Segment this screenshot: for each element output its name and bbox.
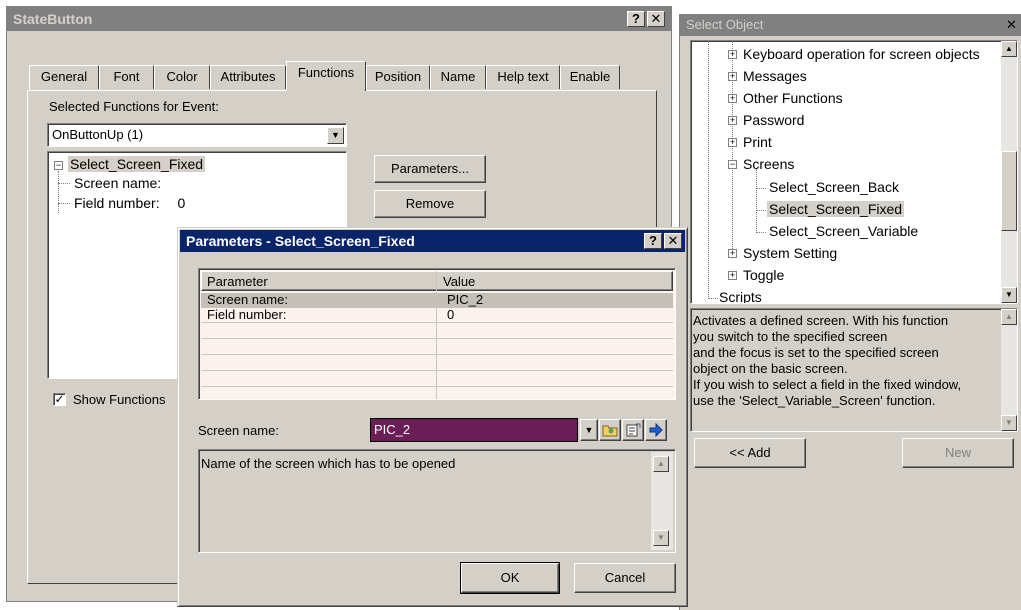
expand-icon[interactable]: + [728,271,737,280]
table-row[interactable] [201,372,673,387]
table-row[interactable] [201,340,673,355]
tab-position[interactable]: Position [366,65,430,89]
tree-item-password[interactable]: Password [743,111,804,129]
window-title: Select Object [686,17,764,32]
expand-icon[interactable]: + [728,116,737,125]
tree-item-select-screen-fixed[interactable]: Select_Screen_Fixed [767,200,905,218]
description-line: If you wish to select a field in the fix… [693,377,962,392]
description-line: Activates a defined screen. With his fun… [693,313,949,328]
tree-item-screens[interactable]: Screens [743,155,794,173]
help-scrollbar[interactable]: ▲ ▼ [651,452,673,550]
table-row[interactable] [201,356,673,371]
description-line: object on the basic screen. [693,361,848,376]
tree-scrollbar[interactable]: ▲ ▼ [1001,41,1017,303]
tree-item-scripts[interactable]: Scripts [719,288,762,303]
ok-button[interactable]: OK [460,562,560,594]
tree-item-messages[interactable]: Messages [743,67,807,85]
tree-child-screen-name[interactable]: Screen name: [74,174,161,192]
scroll-down-icon[interactable]: ▼ [1001,287,1017,303]
tree-item-other-functions[interactable]: Other Functions [743,89,843,107]
tree-item-system-setting[interactable]: System Setting [743,244,837,262]
scroll-up-icon[interactable]: ▲ [653,456,669,472]
tab-color[interactable]: Color [154,65,210,89]
collapse-icon[interactable]: − [54,161,63,170]
tab-help-text[interactable]: Help text [486,65,560,89]
table-row[interactable]: Screen name: PIC_2 [201,293,673,308]
table-row[interactable] [201,324,673,339]
column-header-value[interactable]: Value [443,274,475,289]
close-icon[interactable]: ✕ [647,11,665,27]
tree-root[interactable]: Select_Screen_Fixed [68,155,206,173]
window-title: StateButton [13,11,93,27]
expand-icon[interactable]: + [728,94,737,103]
description-line: you switch to the specified screen [693,329,888,344]
description-scrollbar[interactable]: ▲ ▼ [1001,309,1017,431]
tree-child-field-number[interactable]: Field number: 0 [74,194,185,212]
expand-icon[interactable]: + [728,138,737,147]
tab-name[interactable]: Name [430,65,486,89]
scroll-down-icon[interactable]: ▼ [1001,415,1017,431]
show-functions-label: Show Functions [73,392,166,407]
tree-item-keyboard[interactable]: Keyboard operation for screen objects [743,45,980,63]
screen-name-combobox[interactable]: PIC_2 [370,418,578,442]
arrow-right-icon[interactable] [645,419,667,441]
tree-item-select-screen-back[interactable]: Select_Screen_Back [769,178,899,196]
tree-item-select-screen-variable[interactable]: Select_Screen_Variable [769,222,918,240]
expand-icon[interactable]: + [728,50,737,59]
close-icon[interactable]: ✕ [664,233,682,249]
help-button[interactable]: ? [644,233,662,249]
browse-folder-icon[interactable] [599,419,621,441]
scroll-thumb[interactable] [1001,151,1017,231]
tab-attributes[interactable]: Attributes [210,65,286,89]
help-button[interactable]: ? [627,11,645,27]
expand-icon[interactable]: + [728,72,737,81]
expand-icon[interactable]: + [728,249,737,258]
tab-font[interactable]: Font [99,65,154,89]
add-button[interactable]: << Add [694,438,806,468]
screen-name-value: PIC_2 [374,422,411,437]
screen-name-label: Screen name: [198,423,279,438]
table-row[interactable]: Field number: 0 [201,308,673,323]
properties-icon[interactable] [622,419,644,441]
scroll-up-icon[interactable]: ▲ [1001,309,1017,325]
select-object-titlebar[interactable]: Select Object [680,14,1021,36]
chevron-down-icon[interactable]: ▼ [580,419,598,441]
chevron-down-icon[interactable]: ▼ [327,127,344,144]
dialog-title: Parameters - Select_Screen_Fixed [186,233,415,249]
selected-functions-label: Selected Functions for Event: [49,99,219,114]
event-combobox[interactable]: OnButtonUp (1) ▼ [47,123,347,147]
scroll-up-icon[interactable]: ▲ [1001,41,1017,57]
remove-button[interactable]: Remove [374,190,486,218]
grid-header [201,271,673,291]
close-icon[interactable]: ✕ [1006,17,1017,33]
tab-general[interactable]: General [29,65,99,89]
show-functions-checkbox[interactable]: ✓ [53,393,66,406]
parameters-button[interactable]: Parameters... [374,155,486,183]
help-text-box: Name of the screen which has to be opene… [198,449,676,553]
new-button[interactable]: New [902,438,1014,468]
parameter-grid[interactable]: Parameter Value Screen name: PIC_2 Field… [198,268,676,400]
collapse-icon[interactable]: − [728,160,737,169]
event-value: OnButtonUp (1) [52,127,144,142]
object-tree[interactable]: + Keyboard operation for screen objects … [690,40,1018,304]
help-text: Name of the screen which has to be opene… [201,456,456,471]
tab-functions[interactable]: Functions [286,61,366,91]
description-line: and the focus is set to the specified sc… [693,345,939,360]
select-object-window: Select Object ✕ + Keyboard operation for… [679,14,1021,610]
tree-item-toggle[interactable]: Toggle [743,266,784,284]
statebutton-titlebar[interactable]: StateButton [7,7,671,31]
cancel-button[interactable]: Cancel [574,563,676,593]
parameters-titlebar[interactable]: Parameters - Select_Screen_Fixed [180,230,685,252]
parameters-dialog: Parameters - Select_Screen_Fixed ? ✕ Par… [177,227,688,607]
tree-item-print[interactable]: Print [743,133,772,151]
description-line: use the 'Select_Variable_Screen' functio… [693,393,936,408]
column-header-parameter[interactable]: Parameter [207,274,268,289]
tab-enable[interactable]: Enable [560,65,620,89]
scroll-down-icon[interactable]: ▼ [653,530,669,546]
description-box: Activates a defined screen. With his fun… [690,308,1018,432]
